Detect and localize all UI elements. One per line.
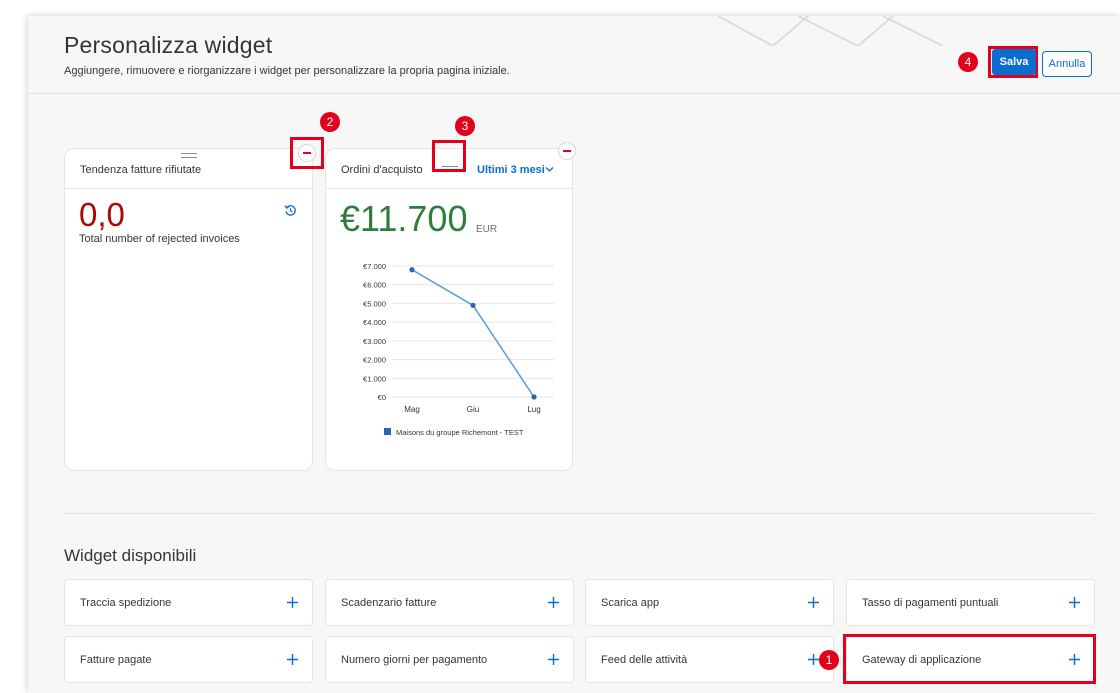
plus-icon[interactable] <box>547 653 560 666</box>
plus-icon[interactable] <box>547 596 560 609</box>
tile-label: Feed delle attività <box>601 654 688 666</box>
available-widget-tile[interactable]: Traccia spedizione <box>64 579 313 626</box>
callout-badge-2: 2 <box>320 112 340 132</box>
y-tick-label: €2.000 <box>363 356 386 365</box>
x-tick-label: Lug <box>527 405 540 414</box>
legend-label: Maisons du groupe Richemont - TEST <box>396 428 524 437</box>
callout-badge-4: 4 <box>958 52 978 72</box>
tile-label: Scadenzario fatture <box>341 597 437 609</box>
data-point <box>409 267 415 273</box>
tile-label: Scarica app <box>601 597 660 609</box>
widget-title: Ordini d'acquisto <box>341 164 423 176</box>
widget-purchase-orders[interactable]: Ordini d'acquisto Ultimi 3 mesi €11.700 … <box>325 148 573 471</box>
drag-handle-icon[interactable] <box>181 153 197 158</box>
tile-label: Fatture pagate <box>80 654 152 666</box>
callout-badge-1: 1 <box>819 650 839 670</box>
remove-widget-button[interactable] <box>298 144 316 162</box>
kpi-description: Total number of rejected invoices <box>79 233 240 245</box>
minus-icon <box>563 150 571 152</box>
y-tick-label: €4.000 <box>363 318 386 327</box>
tile-label: Tasso di pagamenti puntuali <box>862 597 999 609</box>
purchase-orders-chart: €7.000 €6.000 €5.000 €4.000 €3.000 €2.000 €1.0… <box>363 262 554 437</box>
legend-swatch <box>384 428 391 435</box>
widget-title: Tendenza fatture rifiutate <box>80 164 202 176</box>
data-point <box>531 394 537 400</box>
widget-rejected-invoices-trend[interactable]: Tendenza fatture rifiutate 0,0 Total num… <box>64 148 313 471</box>
y-tick-label: €5.000 <box>363 299 386 308</box>
available-widget-tile[interactable]: Scadenzario fatture <box>325 579 574 626</box>
chevron-down-icon[interactable] <box>545 166 554 173</box>
y-tick-label: €1.000 <box>363 374 386 383</box>
customize-widgets-page: Personalizza widget Aggiungere, rimuover… <box>28 16 1120 693</box>
remove-widget-button[interactable] <box>558 142 576 160</box>
kpi-value: 0,0 <box>79 196 125 233</box>
widget-header: Tendenza fatture rifiutate <box>65 149 312 189</box>
period-selector[interactable]: Ultimi 3 mesi <box>477 164 545 176</box>
page-subtitle: Aggiungere, rimuovere e riorganizzare i … <box>64 65 510 77</box>
data-point <box>470 302 476 308</box>
highlight-drag-handle <box>432 140 466 172</box>
tile-label: Traccia spedizione <box>80 597 172 609</box>
y-tick-label: €7.000 <box>363 262 386 271</box>
available-widgets-title: Widget disponibili <box>64 546 197 565</box>
plus-icon[interactable] <box>286 596 299 609</box>
minus-icon <box>303 152 311 154</box>
kpi-unit: EUR <box>476 224 498 235</box>
tile-label: Numero giorni per pagamento <box>341 654 488 666</box>
y-tick-label: €3.000 <box>363 337 386 346</box>
plus-icon[interactable] <box>1068 596 1081 609</box>
available-widget-tile[interactable]: Scarica app <box>585 579 834 626</box>
plus-icon[interactable] <box>807 596 820 609</box>
kpi-value: €11.700 <box>340 198 468 239</box>
y-tick-label: €0 <box>378 393 386 402</box>
plus-icon[interactable] <box>286 653 299 666</box>
available-widget-tile[interactable]: Fatture pagate <box>64 636 313 683</box>
available-widget-tile[interactable]: Numero giorni per pagamento <box>325 636 574 683</box>
refresh-icon[interactable] <box>284 204 297 217</box>
y-tick-label: €6.000 <box>363 281 386 290</box>
page-title: Personalizza widget <box>64 32 273 58</box>
cancel-button[interactable]: Annulla <box>1042 51 1092 77</box>
callout-badge-3: 3 <box>455 116 475 136</box>
available-widget-tile[interactable]: Tasso di pagamenti puntuali <box>846 579 1095 626</box>
highlight-gateway-tile <box>843 634 1096 684</box>
section-divider <box>64 513 1094 514</box>
page-header: Personalizza widget Aggiungere, rimuover… <box>28 16 1120 94</box>
available-widget-tile[interactable]: Feed delle attività <box>585 636 834 683</box>
x-tick-label: Giu <box>467 405 479 414</box>
x-tick-label: Mag <box>404 405 420 414</box>
save-button[interactable]: Salva <box>992 49 1036 75</box>
